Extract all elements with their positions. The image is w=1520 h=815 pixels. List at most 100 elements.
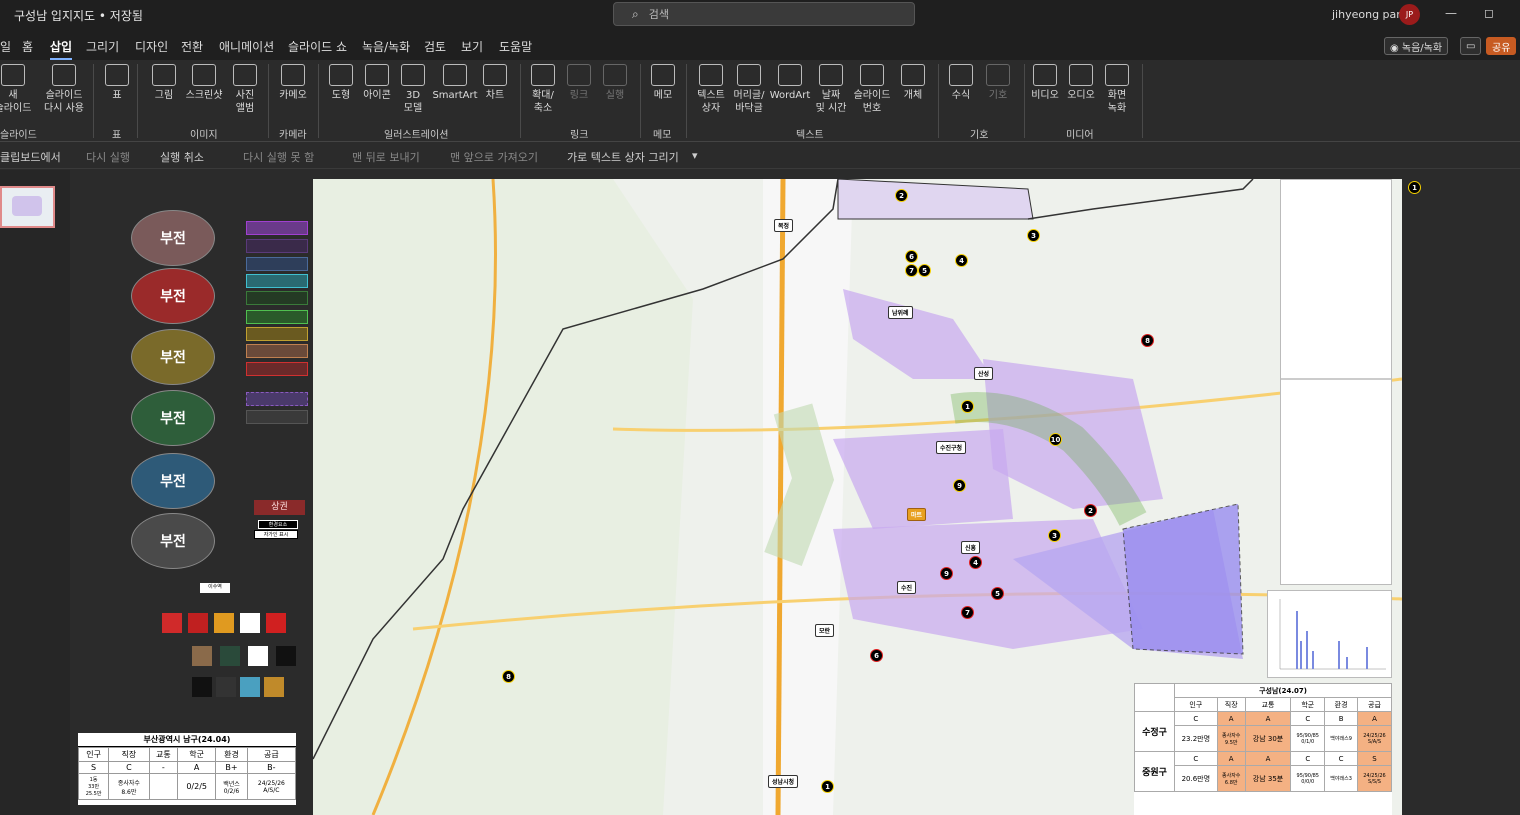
tab-file[interactable]: 일 [0, 38, 11, 55]
comment-button[interactable]: ▭ [1460, 37, 1482, 55]
nc-logo-icon[interactable] [192, 677, 212, 697]
map-marker[interactable]: 1 [961, 400, 974, 413]
map-marker[interactable]: 7 [961, 606, 974, 619]
oval-label[interactable]: 부전 [131, 329, 215, 385]
tab-insert[interactable]: 삽입 [50, 38, 73, 60]
oval-label[interactable]: 부전 [131, 268, 215, 324]
tab-help[interactable]: 도움말 [499, 38, 532, 55]
undo-button[interactable]: 실행 취소 [160, 149, 204, 165]
map-marker[interactable]: 6 [870, 649, 883, 662]
tab-review[interactable]: 검토 [424, 38, 446, 55]
minimize-button[interactable]: — [1445, 6, 1457, 20]
table-button[interactable]: 표 [94, 64, 140, 102]
map-label[interactable]: 남위례 [888, 306, 913, 319]
wordart-button[interactable]: WordArt [766, 64, 814, 102]
chart-button[interactable]: 차트 [472, 64, 518, 102]
3d-models-button[interactable]: 3D 모델 [390, 64, 436, 115]
map-marker[interactable]: 2 [1084, 504, 1097, 517]
map-label[interactable]: 수진구청 [936, 441, 967, 454]
lotte-logo-icon[interactable] [188, 613, 208, 633]
redo-button[interactable]: 다시 실행 [86, 149, 130, 165]
symbol-button[interactable]: 기호 [975, 64, 1021, 102]
send-back-button[interactable]: 맨 뒤로 보내기 [352, 149, 420, 165]
map-marker[interactable]: 10 [1049, 433, 1062, 446]
oval-label[interactable]: 부전 [131, 453, 215, 509]
share-button[interactable]: 공유 [1486, 37, 1517, 55]
purple-swatch[interactable] [246, 221, 308, 235]
tab-transitions[interactable]: 전환 [181, 38, 203, 55]
user-name[interactable]: jihyeong park [1332, 8, 1407, 21]
galleria-logo-icon[interactable] [276, 646, 296, 666]
homeplus-logo-icon[interactable] [240, 613, 260, 633]
sangkwon-label[interactable]: 상권 [254, 500, 305, 515]
cyan-swatch[interactable] [246, 274, 308, 288]
map-marker[interactable]: 8 [502, 670, 515, 683]
yellow-swatch[interactable] [246, 327, 308, 341]
new-slide-button[interactable]: 새 슬라이드 [0, 64, 36, 115]
costco-logo-icon[interactable] [266, 613, 286, 633]
blue-swatch[interactable] [246, 257, 308, 271]
tab-home[interactable]: 홈 [22, 38, 33, 55]
oval-label[interactable]: 부전 [131, 513, 215, 569]
reuse-slides-button[interactable]: 슬라이드 다시 사용 [39, 64, 89, 115]
dark-purple-swatch[interactable] [246, 239, 308, 253]
map-marker[interactable]: 8 [1141, 334, 1154, 347]
brown-swatch[interactable] [246, 344, 308, 358]
red-swatch[interactable] [246, 362, 308, 376]
tab-draw[interactable]: 그리기 [86, 38, 119, 55]
map-marker[interactable]: 1 [1408, 181, 1421, 194]
map-marker[interactable]: 3 [1048, 529, 1061, 542]
cannot-redo-button[interactable]: 다시 실행 못 함 [243, 149, 314, 165]
map-marker[interactable]: 2 [895, 189, 908, 202]
draw-textbox-button[interactable]: 가로 텍스트 상자 그리기 [567, 149, 679, 165]
map-marker[interactable]: 4 [969, 556, 982, 569]
green-swatch[interactable] [246, 310, 308, 324]
env-note[interactable]: 환경요소 [258, 520, 298, 529]
mini-bar-chart[interactable] [1267, 590, 1392, 678]
search-box[interactable]: ⌕ 검색 [613, 2, 915, 26]
map-label[interactable]: 신흥 [961, 541, 981, 554]
restore-button[interactable]: ◻ [1484, 6, 1494, 20]
map-marker[interactable]: 9 [953, 479, 966, 492]
paste-clipboard-button[interactable]: 클립보드에서 [0, 149, 61, 165]
flag-logo-icon[interactable] [264, 677, 284, 697]
tab-view[interactable]: 보기 [461, 38, 483, 55]
map-label[interactable]: 모란 [815, 624, 835, 637]
map-marker[interactable]: 1 [821, 780, 834, 793]
cameo-button[interactable]: 카메오 [270, 64, 316, 102]
slide-number-button[interactable]: 슬라이드 번호 [848, 64, 896, 115]
photo-album-button[interactable]: 사진 앨범 [222, 64, 268, 115]
map-label[interactable]: 복정 [774, 219, 794, 232]
map-marker[interactable]: 7 [905, 264, 918, 277]
store-logo-icon[interactable] [162, 613, 182, 633]
flag-logo-icon[interactable] [240, 677, 260, 697]
avatar[interactable]: JP [1399, 4, 1420, 25]
map-label[interactable]: 성남시청 [768, 775, 799, 788]
map-marker[interactable]: 4 [955, 254, 968, 267]
tab-record[interactable]: 녹음/녹화 [362, 38, 410, 55]
document-title[interactable]: 구성남 입지지도 • 저장됨 [14, 7, 143, 24]
map-marker[interactable]: 5 [991, 587, 1004, 600]
dept-store-logo-icon[interactable] [192, 646, 212, 666]
oval-label[interactable]: 부전 [131, 390, 215, 446]
emart-logo-icon[interactable] [214, 613, 234, 633]
dashed-purple-swatch[interactable] [246, 392, 308, 406]
map-marker[interactable]: 5 [918, 264, 931, 277]
screen-recording-button[interactable]: 화면 녹화 [1094, 64, 1140, 115]
hyundai-logo-icon[interactable] [248, 646, 268, 666]
map-label[interactable]: 마트 [907, 508, 927, 521]
bring-front-button[interactable]: 맨 앞으로 가져오기 [450, 149, 538, 165]
action-button[interactable]: 실행 [592, 64, 638, 102]
tab-design[interactable]: 디자인 [135, 38, 168, 55]
comment-insert-button[interactable]: 메모 [640, 64, 686, 102]
station-label[interactable]: 이수역 [200, 583, 230, 593]
object-button[interactable]: 개체 [890, 64, 936, 102]
chevron-down-icon[interactable]: ▾ [692, 149, 698, 162]
tab-animations[interactable]: 애니메이션 [219, 38, 274, 55]
map-marker[interactable]: 3 [1027, 229, 1040, 242]
oval-label[interactable]: 부전 [131, 210, 215, 266]
map-label[interactable]: 수진 [897, 581, 917, 594]
map-marker[interactable]: 6 [905, 250, 918, 263]
map-label[interactable]: 산성 [974, 367, 994, 380]
tab-slideshow[interactable]: 슬라이드 쇼 [288, 38, 347, 55]
